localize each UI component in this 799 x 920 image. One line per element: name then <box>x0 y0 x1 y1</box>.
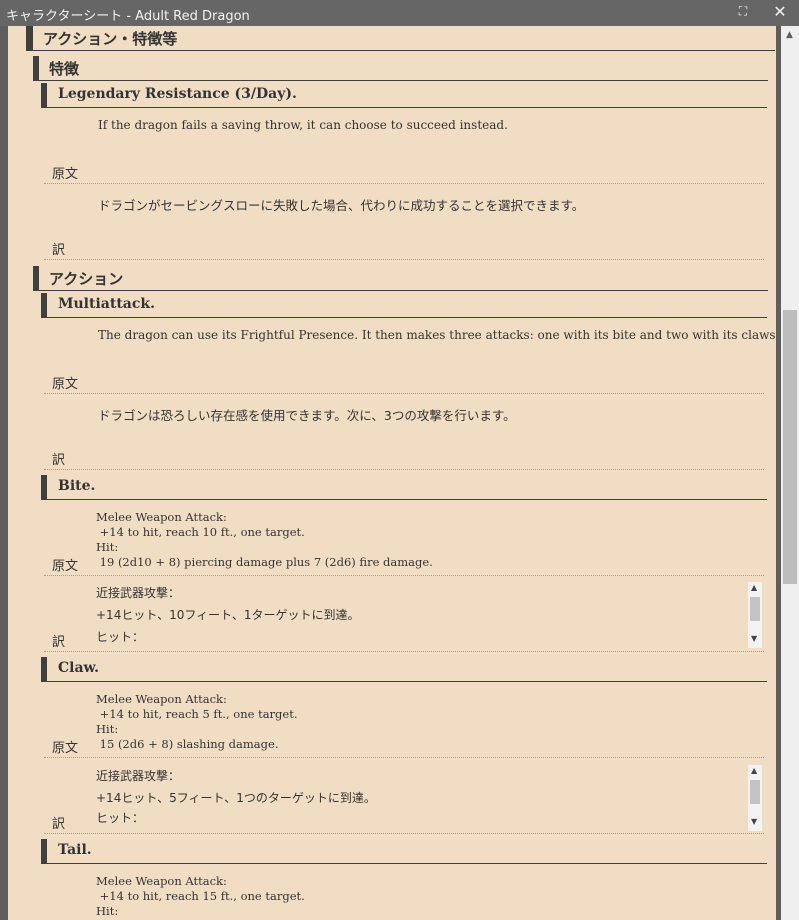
trait-translation-text: ドラゴンがセービングスローに失敗した場合、代わりに成功することを選択できます。 <box>98 198 585 213</box>
divider <box>44 651 764 652</box>
trait-original-text: If the dragon fails a saving throw, it c… <box>98 118 508 132</box>
action-original-text: Melee Weapon Attack: +14 to hit, reach 1… <box>96 874 305 918</box>
translation-line: ヒット： <box>96 630 145 644</box>
divider <box>44 757 764 758</box>
translation-line: 近接武器攻撃： <box>96 769 181 783</box>
action-heading: Bite. <box>41 475 767 500</box>
textarea-scrollbar[interactable]: ▲ ▼ <box>748 765 762 831</box>
action-name: Multiattack. <box>58 296 155 312</box>
section-title: アクション・特徴等 <box>43 30 178 48</box>
divider <box>44 183 764 184</box>
original-label: 原文 <box>52 167 79 182</box>
divider <box>44 393 764 394</box>
translation-label: 訳 <box>52 453 66 468</box>
translation-label: 訳 <box>52 243 66 258</box>
translation-line: +14ヒット、10フィート、1ターゲットに到達。 <box>96 608 360 622</box>
textarea-scrollbar[interactable]: ▲ ▼ <box>748 582 762 648</box>
action-original-text: Melee Weapon Attack: +14 to hit, reach 1… <box>96 510 433 569</box>
scroll-down-icon[interactable]: ▼ <box>751 817 757 826</box>
scroll-thumb[interactable] <box>750 780 760 804</box>
scroll-up-icon[interactable]: ▲ <box>751 583 757 592</box>
action-original-text: Melee Weapon Attack: +14 to hit, reach 5… <box>96 692 298 751</box>
action-heading: Multiattack. <box>41 293 767 318</box>
trait-heading: Legendary Resistance (3/Day). <box>41 83 767 108</box>
traits-title: 特徴 <box>49 60 80 78</box>
scroll-up-icon[interactable]: ▲ <box>786 30 793 40</box>
original-label: 原文 <box>52 741 79 756</box>
translation-line: +14ヒット、5フィート、1つのターゲットに到達。 <box>96 791 376 805</box>
scroll-thumb[interactable] <box>750 597 760 621</box>
scroll-down-icon[interactable]: ▼ <box>751 634 757 643</box>
action-heading: Tail. <box>41 839 767 864</box>
character-sheet-content: アクション・特徴等 特徴 Legendary Resistance (3/Day… <box>8 26 776 920</box>
translation-line: ヒット： <box>96 811 145 825</box>
action-translation-text: ドラゴンは恐ろしい存在感を使用できます。次に、3つの攻撃を行います。 <box>98 408 516 423</box>
actions-heading: アクション <box>33 266 768 291</box>
trait-name: Legendary Resistance (3/Day). <box>58 86 297 102</box>
scroll-thumb[interactable] <box>783 310 797 584</box>
translation-line: 近接武器攻撃： <box>96 586 181 600</box>
maximize-icon[interactable]: ⛶ <box>734 4 752 22</box>
close-icon[interactable]: ✕ <box>770 2 790 22</box>
divider <box>44 833 764 834</box>
action-original-text: The dragon can use its Frightful Presenc… <box>98 328 776 342</box>
scroll-up-icon[interactable]: ▲ <box>751 766 757 775</box>
traits-heading: 特徴 <box>33 56 768 81</box>
translation-label: 訳 <box>52 635 66 650</box>
original-label: 原文 <box>52 559 79 574</box>
action-heading: Claw. <box>41 657 767 682</box>
action-name: Bite. <box>58 478 96 494</box>
section-heading: アクション・特徴等 <box>26 26 775 51</box>
window-title: キャラクターシート - Adult Red Dragon <box>6 9 250 24</box>
divider <box>44 575 764 576</box>
divider <box>44 469 764 470</box>
divider <box>44 259 764 260</box>
actions-title: アクション <box>49 270 124 288</box>
action-name: Claw. <box>58 660 100 676</box>
translation-textarea[interactable]: 近接武器攻撃： +14ヒット、5フィート、1つのターゲットに到達。 ヒット： ▲… <box>94 765 762 831</box>
translation-textarea[interactable]: 近接武器攻撃： +14ヒット、10フィート、1ターゲットに到達。 ヒット： ▲ … <box>94 582 762 648</box>
window-titlebar: キャラクターシート - Adult Red Dragon ⛶ ✕ <box>0 0 799 26</box>
translation-label: 訳 <box>52 817 66 832</box>
original-label: 原文 <box>52 377 79 392</box>
main-scrollbar[interactable]: ▲ <box>781 26 799 920</box>
action-name: Tail. <box>58 842 92 858</box>
